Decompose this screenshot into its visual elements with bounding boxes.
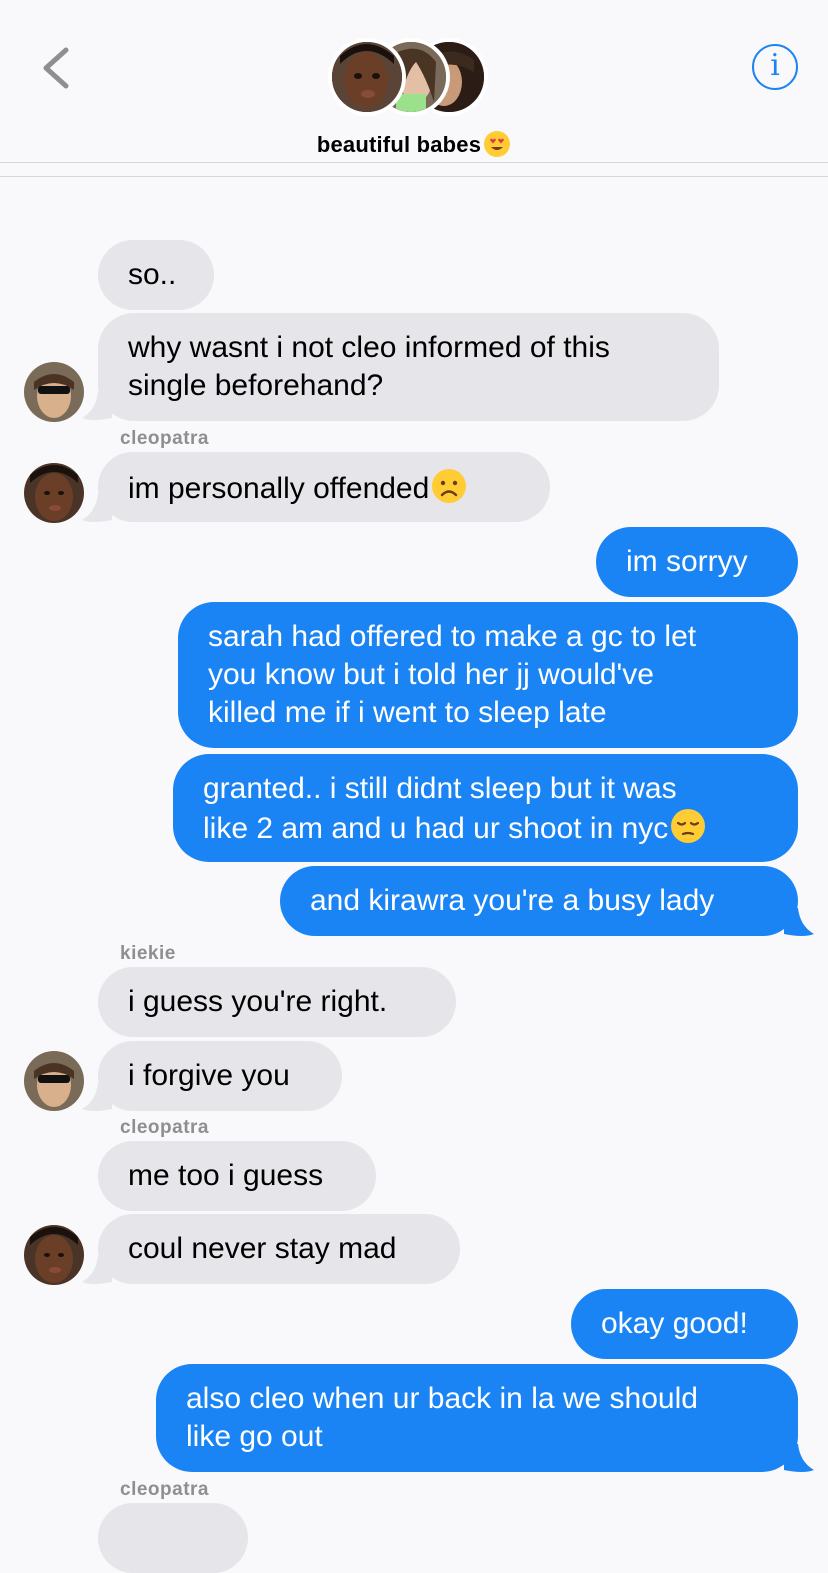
message-bubble-incoming[interactable]: why wasnt i not cleo informed of this si… [98, 313, 719, 421]
avatar-cleopatra[interactable] [24, 1225, 84, 1285]
message-bubble-outgoing[interactable]: okay good! [571, 1289, 798, 1359]
pensive-face-emoji [671, 809, 706, 843]
message-bubble-incoming[interactable]: me too i guess [98, 1141, 376, 1211]
message-text: sarah had offered to make a gc to let [208, 620, 697, 653]
message-bubble-outgoing[interactable]: also cleo when ur back in la we should l… [156, 1364, 798, 1472]
message-bubble-outgoing[interactable]: granted.. i still didnt sleep but it was… [173, 754, 798, 862]
bubble-tail [82, 494, 112, 522]
header-divider-lower [0, 176, 828, 177]
message-text: im personally offended [128, 472, 430, 505]
message-text: i guess you're right. [128, 985, 388, 1018]
message-bubble-incoming[interactable] [98, 1503, 248, 1573]
message-bubble-incoming[interactable]: so.. [98, 240, 214, 310]
frowning-face-emoji [432, 469, 467, 503]
message-text: coul never stay mad [128, 1232, 397, 1265]
group-name: beautiful babes [316, 132, 482, 157]
message-bubble-incoming[interactable]: i guess you're right. [98, 967, 456, 1037]
bubble-tail [784, 908, 814, 936]
message-bubble-outgoing[interactable]: im sorryy [596, 527, 798, 597]
back-chevron-icon[interactable] [36, 42, 84, 94]
sender-label: cleopatra [120, 428, 209, 449]
message-bubble-outgoing[interactable]: sarah had offered to make a gc to let yo… [178, 602, 798, 748]
message-text: killed me if i went to sleep late [208, 696, 607, 729]
avatar-kiekie[interactable] [24, 362, 84, 422]
message-text: granted.. i still didnt sleep but it was [203, 772, 677, 805]
avatar-kiekie[interactable] [24, 1051, 84, 1111]
message-text: and kirawra you're a busy lady [310, 884, 715, 917]
message-text: you know but i told her jj would've [208, 658, 654, 691]
conversation-title[interactable]: beautiful babes [0, 130, 828, 158]
heart-eyes-emoji [484, 131, 511, 157]
group-avatar-1 [328, 38, 406, 116]
sender-label: cleopatra [120, 1479, 209, 1500]
bubble-tail [82, 392, 112, 420]
message-text: me too i guess [128, 1159, 324, 1192]
message-text: like go out [186, 1420, 323, 1453]
sender-label: cleopatra [120, 1117, 209, 1138]
avatar-cleopatra[interactable] [24, 463, 84, 523]
header-divider [0, 162, 828, 163]
bubble-tail [82, 1083, 112, 1111]
message-bubble-incoming[interactable]: coul never stay mad [98, 1214, 460, 1284]
message-text: okay good! [601, 1307, 748, 1340]
message-text: single beforehand? [128, 369, 384, 402]
message-text: why wasnt i not cleo informed of this [128, 331, 610, 364]
bubble-tail [784, 1444, 814, 1472]
message-text: also cleo when ur back in la we should [186, 1382, 698, 1415]
message-bubble-incoming[interactable]: i forgive you [98, 1041, 342, 1111]
bubble-tail [82, 1256, 112, 1284]
info-icon[interactable]: i [752, 44, 798, 90]
message-text: im sorryy [626, 545, 748, 578]
conversation-header: i beautiful babes [0, 0, 828, 177]
message-text: like 2 am and u had ur shoot in nyc [203, 812, 669, 845]
message-bubble-outgoing[interactable]: and kirawra you're a busy lady [280, 866, 798, 936]
sender-label: kiekie [120, 943, 176, 964]
message-text: so.. [128, 258, 177, 291]
message-bubble-incoming[interactable]: im personally offended [98, 452, 550, 522]
message-text: i forgive you [128, 1059, 290, 1092]
